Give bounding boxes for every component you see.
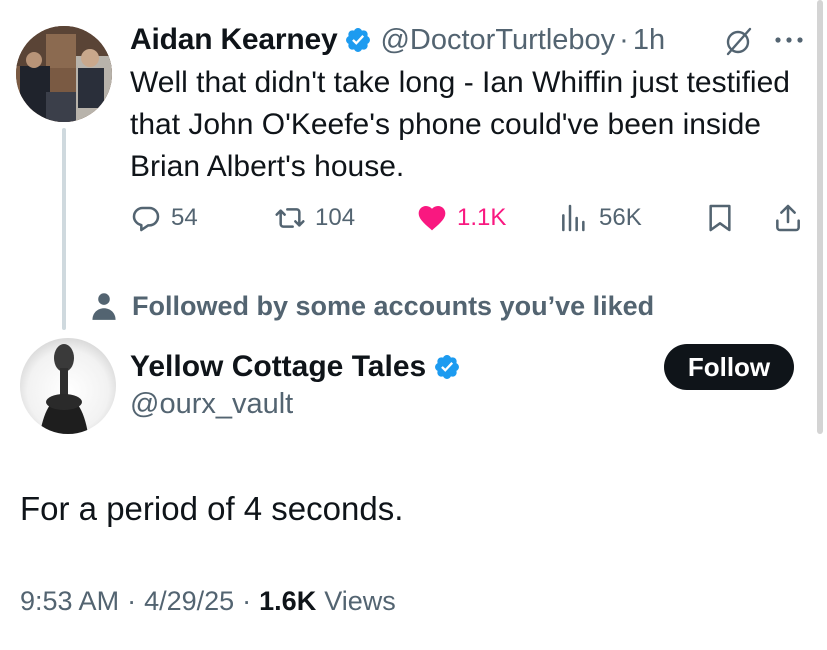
views-icon bbox=[562, 204, 585, 232]
separator-dot: · bbox=[242, 586, 252, 616]
bookmark-icon bbox=[709, 204, 731, 232]
repost-count: 104 bbox=[315, 204, 356, 231]
author-name[interactable]: Aidan Kearney bbox=[130, 23, 338, 57]
repost-icon bbox=[275, 208, 305, 228]
views-count: 56K bbox=[599, 204, 642, 231]
thread-line bbox=[62, 128, 66, 330]
share-icon bbox=[776, 204, 800, 232]
follow-button[interactable]: Follow bbox=[664, 344, 794, 390]
reply-views-count: 1.6K bbox=[259, 586, 317, 616]
tweet-text: Well that didn't take long - Ian Whiffin… bbox=[130, 66, 790, 183]
author-handle[interactable]: @DoctorTurtleboy bbox=[380, 24, 615, 57]
repost-button[interactable]: 104 bbox=[274, 198, 355, 238]
like-count: 1.1K bbox=[457, 204, 507, 231]
verified-badge-icon bbox=[435, 355, 460, 379]
reply-avatar[interactable] bbox=[20, 338, 116, 434]
reply-count: 54 bbox=[171, 204, 198, 231]
reply-date[interactable]: 4/29/25 bbox=[144, 586, 234, 617]
reply-button[interactable]: 54 bbox=[130, 198, 198, 238]
separator-dot: · bbox=[619, 23, 629, 56]
tweet-time[interactable]: 1h bbox=[633, 24, 665, 57]
action-bar: 54 104 1.1K 56K bbox=[130, 198, 810, 238]
social-context-text: Followed by some accounts you’ve liked bbox=[132, 290, 655, 321]
like-button[interactable]: 1.1K bbox=[416, 198, 506, 238]
verified-badge-icon bbox=[346, 28, 371, 52]
scrollbar[interactable] bbox=[817, 0, 823, 434]
bookmark-button[interactable] bbox=[704, 198, 736, 238]
reply-author-name[interactable]: Yellow Cottage Tales bbox=[130, 350, 426, 384]
social-context: Followed by some accounts you’ve liked bbox=[90, 286, 654, 326]
reply-time[interactable]: 9:53 AM bbox=[20, 586, 119, 617]
reply-meta: 9:53 AM · 4/29/25 · 1.6K Views bbox=[20, 586, 396, 617]
avatar-photo bbox=[20, 338, 116, 434]
reply-text: For a period of 4 seconds. bbox=[20, 490, 404, 527]
grok-icon[interactable] bbox=[723, 25, 755, 57]
reply-views-label: Views bbox=[324, 586, 396, 616]
person-icon bbox=[92, 293, 116, 320]
more-icon[interactable] bbox=[772, 25, 806, 55]
share-button[interactable] bbox=[772, 198, 804, 238]
avatar[interactable] bbox=[16, 26, 112, 122]
separator-dot: · bbox=[127, 586, 137, 616]
views-button[interactable]: 56K bbox=[558, 198, 642, 238]
reply-author-handle[interactable]: @ourx_vault bbox=[130, 388, 293, 421]
avatar-photo bbox=[16, 26, 112, 122]
like-icon bbox=[418, 206, 446, 231]
tweet-header: Aidan Kearney @DoctorTurtleboy · 1h bbox=[130, 20, 665, 60]
reply-icon bbox=[132, 206, 160, 232]
reply-author-row: Yellow Cottage Tales bbox=[130, 346, 469, 388]
